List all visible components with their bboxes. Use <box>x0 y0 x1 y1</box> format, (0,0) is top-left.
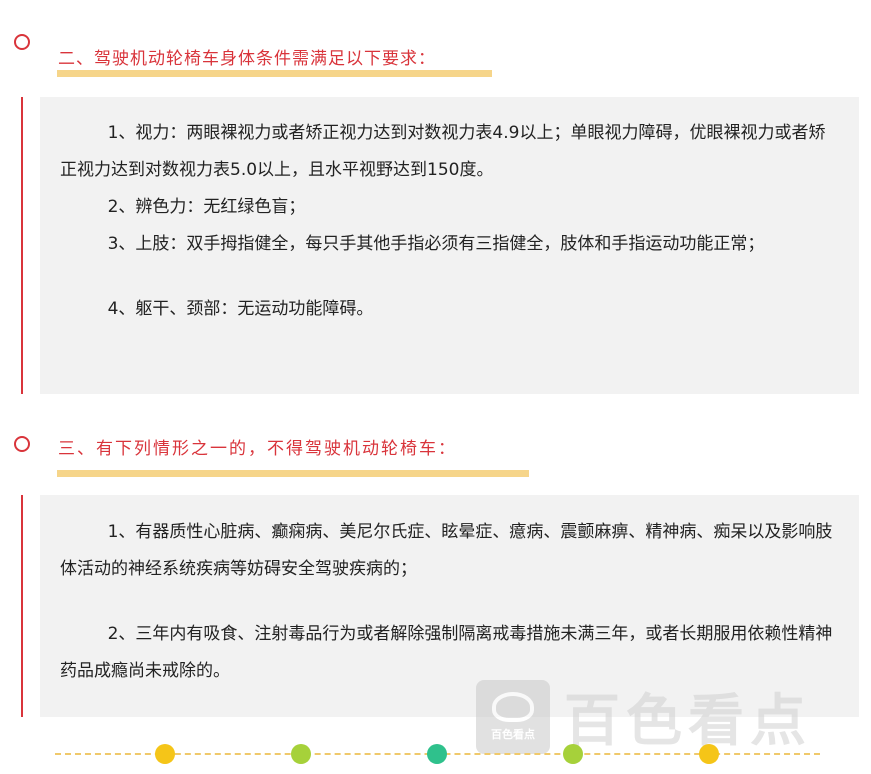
watermark-logo-icon: 百色看点 <box>476 679 550 754</box>
section3-heading-underline <box>57 470 529 477</box>
section2-paragraph-4: 4、躯干、颈部：无运动功能障碍。 <box>107 299 374 319</box>
footer-dot-green-2 <box>563 744 583 764</box>
footer-dot-yellow-2 <box>699 744 719 764</box>
section2-paragraph-3: 3、上肢：双手拇指健全，每只手其他手指必须有三指健全，肢体和手指运动功能正常； <box>107 234 765 254</box>
footer-dot-teal <box>427 744 447 764</box>
section3-heading: 三、有下列情形之一的，不得驾驶机动轮椅车： <box>58 439 457 459</box>
section2-circle-marker <box>14 34 30 50</box>
section2-heading: 二、驾驶机动轮椅车身体条件需满足以下要求： <box>58 49 436 69</box>
section2-panel: 1、视力：两眼裸视力或者矫正视力达到对数视力表4.9以上；单眼视力障碍，优眼裸视… <box>40 97 859 394</box>
section3-circle-marker <box>14 436 30 452</box>
footer-dot-green-1 <box>291 744 311 764</box>
section2-vertical-line <box>21 97 23 394</box>
watermark-logo-text: 百色看点 <box>491 727 535 741</box>
section2-heading-underline <box>57 70 492 77</box>
watermark: 百色看点 百色看点 <box>476 676 812 757</box>
watermark-brand-text: 百色看点 <box>564 689 812 754</box>
section3-vertical-line <box>21 495 23 717</box>
section2-paragraph-2: 2、辨色力：无红绿色盲； <box>107 197 306 217</box>
footer-dot-yellow-1 <box>155 744 175 764</box>
section2-paragraph-1: 1、视力：两眼裸视力或者矫正视力达到对数视力表4.9以上；单眼视力障碍，优眼裸视… <box>60 123 826 180</box>
section3-paragraph-1: 1、有器质性心脏病、癫痫病、美尼尔氏症、眩晕症、癔病、震颤麻痹、精神病、痴呆以及… <box>60 522 833 579</box>
